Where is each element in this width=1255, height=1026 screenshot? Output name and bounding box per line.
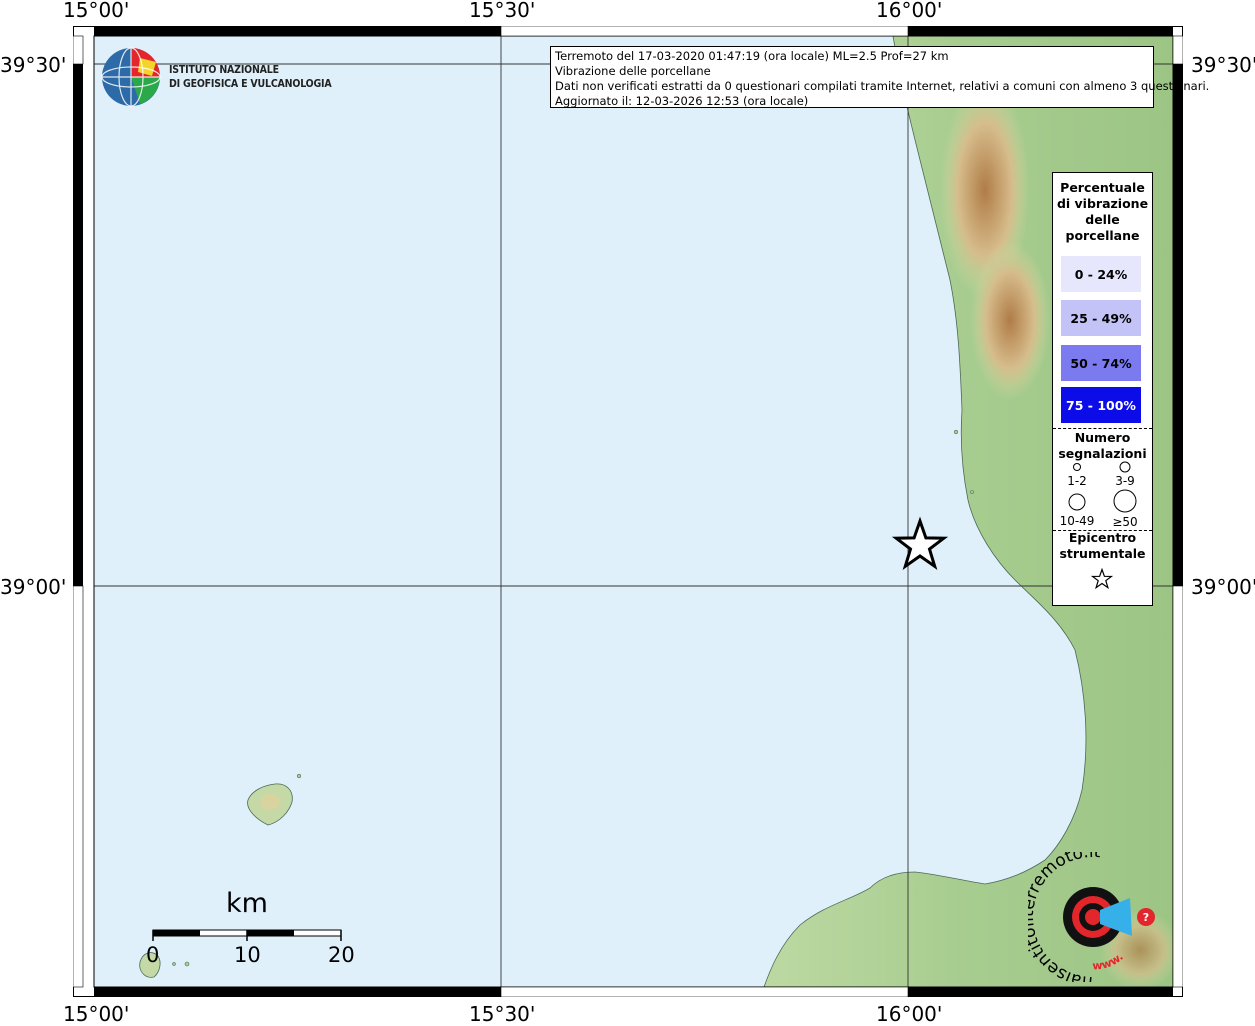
legend-title-line4: porcellane [1065,228,1140,243]
legend-count-title-line1: Numero [1074,430,1131,445]
scale-tick-10: 10 [234,943,261,967]
ingv-logo-text: ISTITUTO NAZIONALE DI GEOFISICA E VULCAN… [169,63,332,91]
event-info-line1: Terremoto del 17-03-2020 01:47:19 (ora l… [555,49,949,63]
legend-title: Percentuale di vibrazione delle porcella… [1053,180,1152,244]
map-canvas[interactable]: ? [73,26,1183,997]
legend-class-75-100: 75 - 100% [1061,387,1141,423]
count-circle-3-9 [1119,461,1131,473]
scale-tick-20: 20 [328,943,355,967]
event-info-line3: Dati non verificati estratti da 0 questi… [555,79,1210,93]
scale-tick-0: 0 [146,943,160,967]
count-label-3-9: 3-9 [1115,474,1135,488]
legend-class-0-24: 0 - 24% [1061,256,1141,292]
ingv-logo-line2: DI GEOFISICA E VULCANOLOGIA [169,78,332,90]
count-circle-10-49 [1068,493,1086,511]
legend-epicenter-star-icon [1091,568,1113,590]
islet-5 [184,961,190,967]
svg-text:www.: www. [1092,950,1126,972]
event-info-line2: Vibrazione delle porcellane [555,64,711,78]
left-axis-label-39-30: 39°30' [0,53,67,77]
watermark-text-ring: haisentitoilterremoto.it www. [1028,852,1126,982]
bottom-axis-label-15-30: 15°30' [469,1002,536,1026]
legend-epicenter-title-line1: Epicentro [1068,530,1137,545]
right-axis-label-39-30: 39°30' [1191,53,1255,77]
count-label-10-49: 10-49 [1059,514,1095,528]
bottom-axis-label-15-00: 15°00' [63,1002,130,1026]
legend-count-circles [1068,461,1137,513]
count-circle-1-2 [1073,463,1081,471]
legend-title-line2: di vibrazione [1056,196,1149,211]
legend-separator-1 [1053,428,1152,429]
islet-3 [296,773,302,779]
legend-class-50-74: 50 - 74% [1061,345,1141,381]
bottom-axis-label-16-00: 16°00' [876,1002,943,1026]
islet-2 [970,490,974,494]
svg-text:haisentitoilterremoto.it: haisentitoilterremoto.it [1028,852,1102,982]
island-stromboli-peak [260,794,280,810]
watermark-site-text: haisentitoilterremoto.it [1028,852,1102,982]
count-circle-50-plus [1113,489,1137,513]
islet-4 [172,962,176,966]
islet-1 [953,429,959,435]
count-label-1-2: 1-2 [1067,474,1087,488]
legend-title-line3: delle [1085,212,1120,227]
count-label-50-plus: ≥50 [1112,515,1138,529]
top-axis-label-15-30: 15°30' [469,0,536,22]
event-info-line4: Aggiornato il: 12-03-2026 12:53 (ora loc… [555,94,809,108]
ingv-logo-icon[interactable] [101,47,161,107]
map-legend: Percentuale di vibrazione delle porcella… [1052,172,1153,606]
scale-unit-label: km [226,888,268,919]
right-axis-label-39-00: 39°00' [1191,575,1255,599]
event-info-box: Terremoto del 17-03-2020 01:47:19 (ora l… [550,46,1210,108]
ingv-logo-line1: ISTITUTO NAZIONALE [169,64,279,76]
legend-epicenter-title: Epicentro strumentale [1053,530,1152,562]
top-axis-label-16-00: 16°00' [876,0,943,22]
left-axis-label-39-00: 39°00' [0,575,67,599]
ridge-central [970,240,1050,400]
watermark-www-text: www. [1092,950,1126,972]
legend-epicenter-title-line2: strumentale [1059,546,1146,561]
legend-class-25-49: 25 - 49% [1061,300,1141,336]
legend-title-line1: Percentuale [1060,180,1145,195]
top-axis-label-15-00: 15°00' [63,0,130,22]
